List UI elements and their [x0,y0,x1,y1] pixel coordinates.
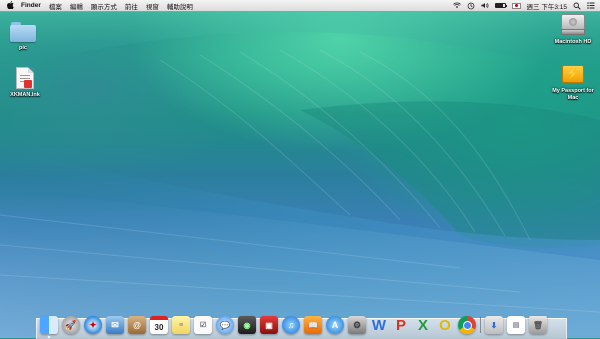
menu-window[interactable]: 視窗 [146,1,159,11]
desktop-item-label: pic [19,45,27,51]
folder-icon [10,22,36,42]
menu-edit[interactable]: 編輯 [70,1,83,11]
messages-icon[interactable]: 💬 [216,316,234,334]
wallpaper-wave [0,0,600,338]
menu-bar: Finder 檔案 編輯 顯示方式 前往 視窗 輔助說明 週三 下午3:15 [0,0,600,12]
system-preferences-icon[interactable]: ⚙ [348,316,366,334]
time-machine-icon[interactable] [467,2,475,9]
reminders-icon[interactable]: ☑ [194,316,212,334]
input-flag-icon[interactable] [511,2,521,9]
external-drive-icon: ⚡ [562,61,584,85]
desktop-item-my-passport[interactable]: ⚡ My Passport for Mac [548,61,598,101]
contacts-icon[interactable]: @ [128,316,146,334]
finder-icon[interactable] [40,316,58,338]
ibooks-icon[interactable]: 📖 [304,316,322,334]
outlook-icon[interactable]: O [436,316,454,334]
document-stack-icon[interactable]: ▤ [507,316,525,334]
excel-icon[interactable]: X [414,316,432,334]
launchpad-icon[interactable]: 🚀 [62,316,80,334]
dock: 🚀 ✦ ✉ @ 30 ≡ ☑ 💬 ◉ ▣ ♫ 📖 A ⚙ W P X O ⬇ ▤… [40,310,570,338]
desktop-item-macintosh-hd[interactable]: Macintosh HD [552,14,594,46]
desktop-item-pic[interactable]: pic [8,22,38,52]
menu-file[interactable]: 檔案 [49,1,62,11]
mail-icon[interactable]: ✉ [106,316,124,334]
calendar-day: 30 [154,322,164,332]
desktop-item-label: Macintosh HD [554,39,592,45]
word-icon[interactable]: W [370,316,388,334]
hard-drive-icon [561,14,585,36]
chrome-icon[interactable] [458,316,476,334]
calendar-icon[interactable]: 30 [150,316,168,334]
menu-view[interactable]: 顯示方式 [91,1,117,11]
facetime-icon[interactable]: ◉ [238,316,256,334]
itunes-icon[interactable]: ♫ [282,316,300,334]
trash-icon[interactable]: 🗑 [529,316,547,334]
desktop-item-label: XKMAN.lnk [10,92,40,98]
apple-menu-icon[interactable] [5,0,15,11]
battery-icon[interactable] [494,3,507,8]
photo-booth-icon[interactable]: ▣ [260,316,278,334]
desktop-item-xkman[interactable]: XKMAN.lnk [5,67,45,99]
notification-center-icon[interactable] [587,2,595,9]
volume-icon[interactable] [480,2,489,9]
clock[interactable]: 週三 下午3:15 [527,1,567,11]
menu-app-finder[interactable]: Finder [21,2,41,9]
notes-icon[interactable]: ≡ [172,316,190,334]
document-icon [16,67,34,89]
menu-go[interactable]: 前往 [125,1,138,11]
dock-separator [480,317,481,333]
wifi-icon[interactable] [452,2,461,9]
spotlight-icon[interactable] [573,2,581,10]
desktop-item-label: My Passport for Mac [552,88,594,101]
menu-help[interactable]: 輔助說明 [167,1,193,11]
app-store-icon[interactable]: A [326,316,344,334]
safari-icon[interactable]: ✦ [84,316,102,334]
downloads-icon[interactable]: ⬇ [485,316,503,334]
powerpoint-icon[interactable]: P [392,316,410,334]
